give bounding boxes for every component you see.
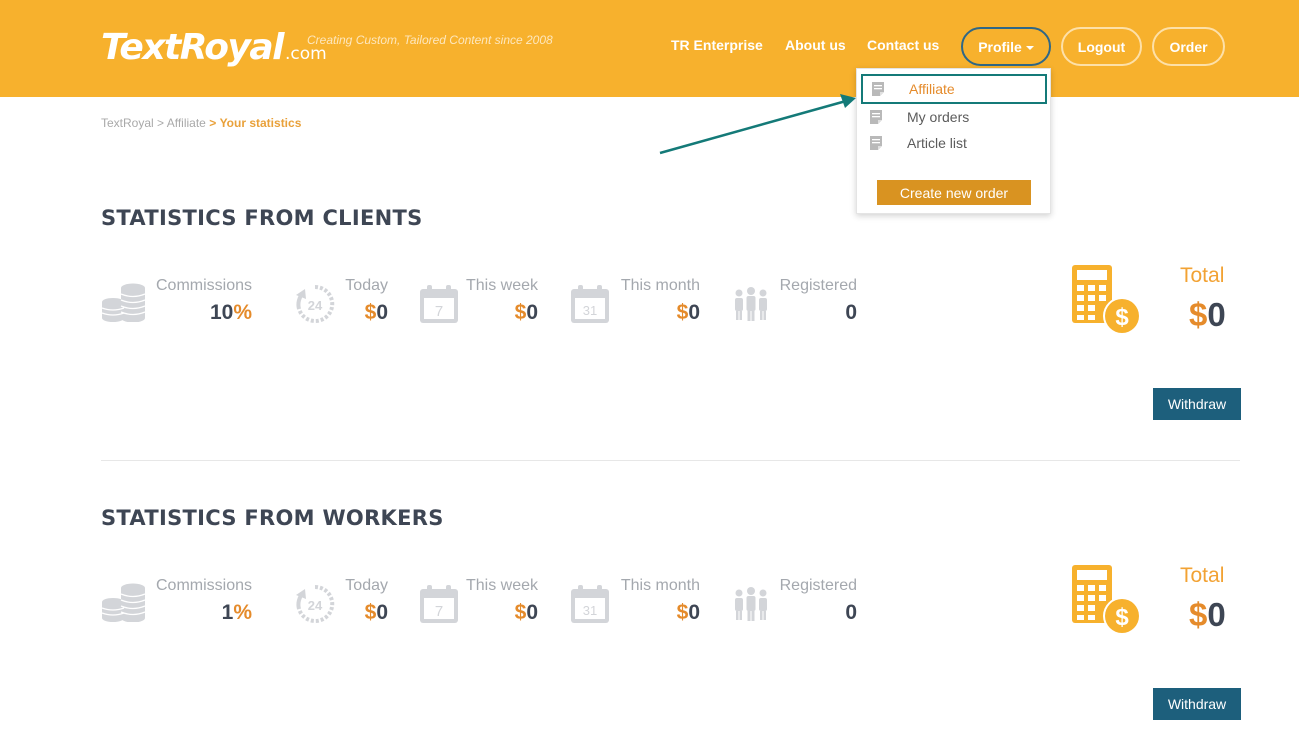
stat-label: This month bbox=[620, 577, 700, 594]
stat-label: Today bbox=[345, 277, 388, 294]
workers-registered-stat: Registered 0 bbox=[732, 577, 857, 637]
document-icon bbox=[872, 82, 884, 96]
clients-week-stat: 7 This week $0 bbox=[419, 277, 538, 337]
workers-section-title: STATISTICS FROM WORKERS bbox=[101, 506, 444, 530]
calendar-month-icon: 31 bbox=[571, 585, 609, 623]
coins-icon bbox=[101, 583, 146, 622]
clock-24-icon: 24 bbox=[296, 584, 335, 623]
users-group-icon bbox=[735, 587, 767, 621]
stat-value: $0 bbox=[364, 301, 388, 324]
workers-total-value: $0 bbox=[1189, 596, 1226, 633]
stat-label: Today bbox=[345, 577, 388, 594]
clients-today-stat: 24 Today $0 bbox=[293, 277, 388, 337]
nav-tr-enterprise[interactable]: TR Enterprise bbox=[671, 37, 763, 53]
profile-button[interactable]: Profile bbox=[961, 27, 1051, 66]
workers-month-stat: 31 This month $0 bbox=[570, 577, 700, 637]
clock-number: 24 bbox=[308, 298, 323, 313]
stat-label: Commissions bbox=[155, 577, 252, 594]
stat-label: Registered bbox=[779, 577, 857, 594]
clock-number: 24 bbox=[308, 598, 323, 613]
caret-down-icon bbox=[1025, 45, 1034, 50]
site-header: TextRoyal .com Creating Custom, Tailored … bbox=[0, 0, 1299, 97]
stat-value: $0 bbox=[676, 301, 700, 324]
coins-icon bbox=[101, 283, 146, 322]
menu-item-article-list[interactable]: Article list bbox=[861, 130, 1047, 156]
create-new-order-button[interactable]: Create new order bbox=[877, 180, 1031, 205]
section-divider bbox=[101, 460, 1240, 461]
calendar-number: 31 bbox=[583, 303, 597, 318]
calendar-number: 7 bbox=[435, 603, 443, 620]
stat-value: 10% bbox=[209, 301, 252, 324]
breadcrumb-separator: > bbox=[157, 116, 165, 130]
stat-label: This week bbox=[465, 577, 538, 594]
calendar-week-icon: 7 bbox=[420, 285, 458, 323]
clients-withdraw-button[interactable]: Withdraw bbox=[1153, 388, 1241, 420]
calendar-month-icon: 31 bbox=[571, 285, 609, 323]
workers-week-stat: 7 This week $0 bbox=[419, 577, 538, 637]
clients-commissions-stat: Commissions 10% bbox=[101, 277, 252, 337]
workers-commissions-stat: Commissions 1% bbox=[101, 577, 252, 637]
breadcrumb-affiliate[interactable]: Affiliate bbox=[167, 116, 206, 130]
tagline: Creating Custom, Tailored Content since … bbox=[307, 33, 553, 47]
menu-item-label: Affiliate bbox=[909, 81, 955, 97]
nav-about-us[interactable]: About us bbox=[785, 37, 846, 53]
menu-item-my-orders[interactable]: My orders bbox=[861, 104, 1047, 130]
calendar-number: 7 bbox=[435, 303, 443, 320]
logout-button[interactable]: Logout bbox=[1061, 27, 1142, 66]
stat-value: $0 bbox=[514, 601, 538, 624]
stat-value: $0 bbox=[514, 301, 538, 324]
calculator-dollar-icon: $ bbox=[1072, 565, 1141, 635]
stat-value: 0 bbox=[845, 601, 857, 624]
workers-today-stat: 24 Today $0 bbox=[293, 577, 388, 637]
clients-section-title: STATISTICS FROM CLIENTS bbox=[101, 206, 423, 230]
stat-value: $0 bbox=[364, 601, 388, 624]
stat-value: 1% bbox=[221, 601, 252, 624]
breadcrumb-home[interactable]: TextRoyal bbox=[101, 116, 154, 130]
clients-total-value: $0 bbox=[1189, 296, 1226, 333]
document-icon bbox=[870, 110, 882, 124]
users-group-icon bbox=[735, 287, 767, 321]
menu-item-affiliate[interactable]: Affiliate bbox=[861, 74, 1047, 104]
stat-label: This month bbox=[620, 277, 700, 294]
svg-text:$: $ bbox=[1115, 304, 1129, 331]
workers-withdraw-button[interactable]: Withdraw bbox=[1153, 688, 1241, 720]
profile-label: Profile bbox=[978, 38, 1022, 55]
stat-value: 0 bbox=[845, 301, 857, 324]
stat-label: Commissions bbox=[155, 277, 252, 294]
breadcrumb-current: Your statistics bbox=[219, 116, 302, 130]
menu-item-label: My orders bbox=[907, 109, 970, 125]
clients-month-stat: 31 This month $0 bbox=[570, 277, 700, 337]
page: TextRoyal .com Creating Custom, Tailored … bbox=[0, 0, 1299, 742]
stat-value: $0 bbox=[676, 601, 700, 624]
breadcrumb-separator: > bbox=[209, 116, 217, 130]
document-icon bbox=[870, 136, 882, 150]
logo-suffix: .com bbox=[285, 44, 327, 64]
stat-label: Registered bbox=[779, 277, 857, 294]
site-logo[interactable]: TextRoyal .com bbox=[101, 26, 327, 76]
calculator-dollar-icon: $ bbox=[1072, 265, 1141, 335]
calendar-week-icon: 7 bbox=[420, 585, 458, 623]
calendar-number: 31 bbox=[583, 603, 597, 618]
stat-label: This week bbox=[465, 277, 538, 294]
menu-item-label: Article list bbox=[907, 135, 967, 151]
workers-total-label: Total bbox=[1180, 564, 1225, 587]
order-button[interactable]: Order bbox=[1152, 27, 1225, 66]
clock-24-icon: 24 bbox=[296, 284, 335, 323]
nav-contact-us[interactable]: Contact us bbox=[867, 37, 939, 53]
svg-text:$: $ bbox=[1115, 604, 1129, 631]
breadcrumb: TextRoyal > Affiliate > Your statistics bbox=[101, 116, 301, 130]
profile-dropdown-menu: Affiliate My orders Article list Create … bbox=[856, 68, 1051, 214]
clients-total-label: Total bbox=[1180, 264, 1225, 287]
clients-registered-stat: Registered 0 bbox=[732, 277, 857, 337]
